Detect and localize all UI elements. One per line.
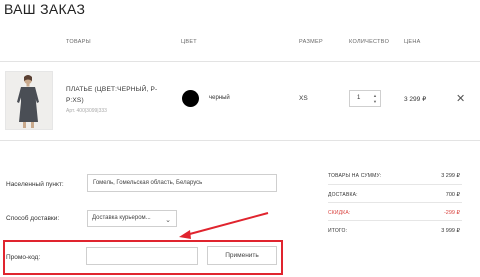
summary-delivery-value: 700 ₽ (445, 192, 460, 198)
summary-discount-value: -299 ₽ (443, 210, 460, 216)
summary-goods-value: 3 299 ₽ (441, 173, 460, 179)
divider (328, 220, 462, 221)
summary-delivery-label: ДОСТАВКА: (328, 192, 358, 198)
summary-total-value: 3 999 ₽ (441, 228, 460, 234)
summary-discount-label: СКИДКА: (328, 210, 351, 216)
annotation-arrow-icon (179, 212, 269, 239)
summary-goods-label: ТОВАРЫ НА СУММУ: (328, 173, 382, 179)
divider (328, 184, 462, 185)
summary-total-label: ИТОГО: (328, 228, 348, 234)
divider (328, 202, 462, 203)
